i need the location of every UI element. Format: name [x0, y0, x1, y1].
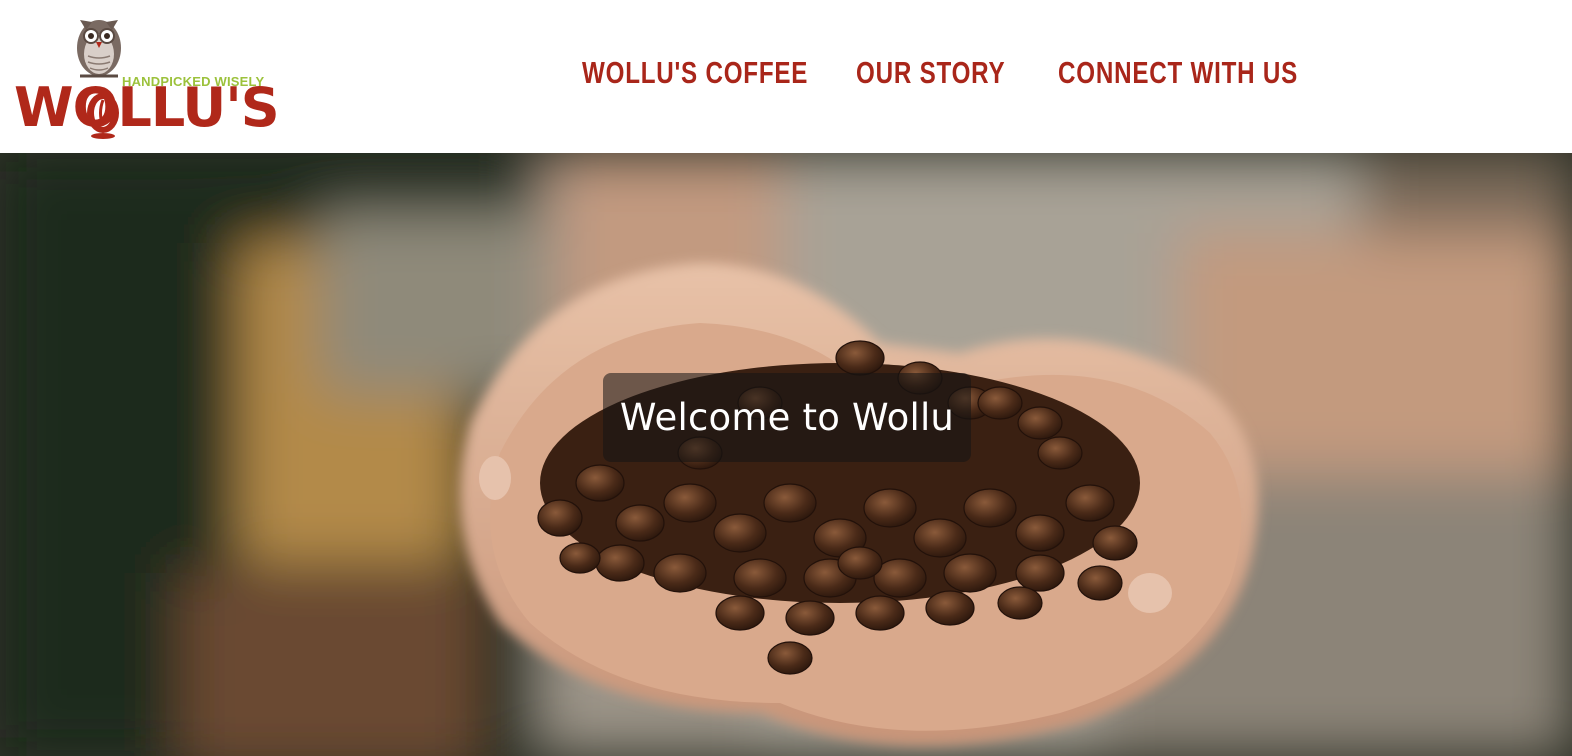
logo-wordmark: WOLLU'S — [14, 76, 280, 139]
nav-our-story[interactable]: OUR STORY — [856, 50, 1005, 96]
nav-connect-with-us[interactable]: CONNECT WITH US — [1058, 50, 1298, 96]
nav-wollus-coffee[interactable]: WOLLU'S COFFEE — [582, 50, 808, 96]
logo-wordmark-text: WOLLU'S — [14, 76, 280, 139]
hero-caption-box: Welcome to Wollu — [603, 373, 971, 462]
hero-banner: Welcome to Wollu — [0, 153, 1572, 756]
site-header: HANDPICKED WISELY WOLLU'S WOLLU'S COFFEE… — [0, 0, 1572, 153]
hero-caption: Welcome to Wollu — [619, 396, 955, 439]
site-logo[interactable]: HANDPICKED WISELY WOLLU'S — [12, 8, 297, 142]
